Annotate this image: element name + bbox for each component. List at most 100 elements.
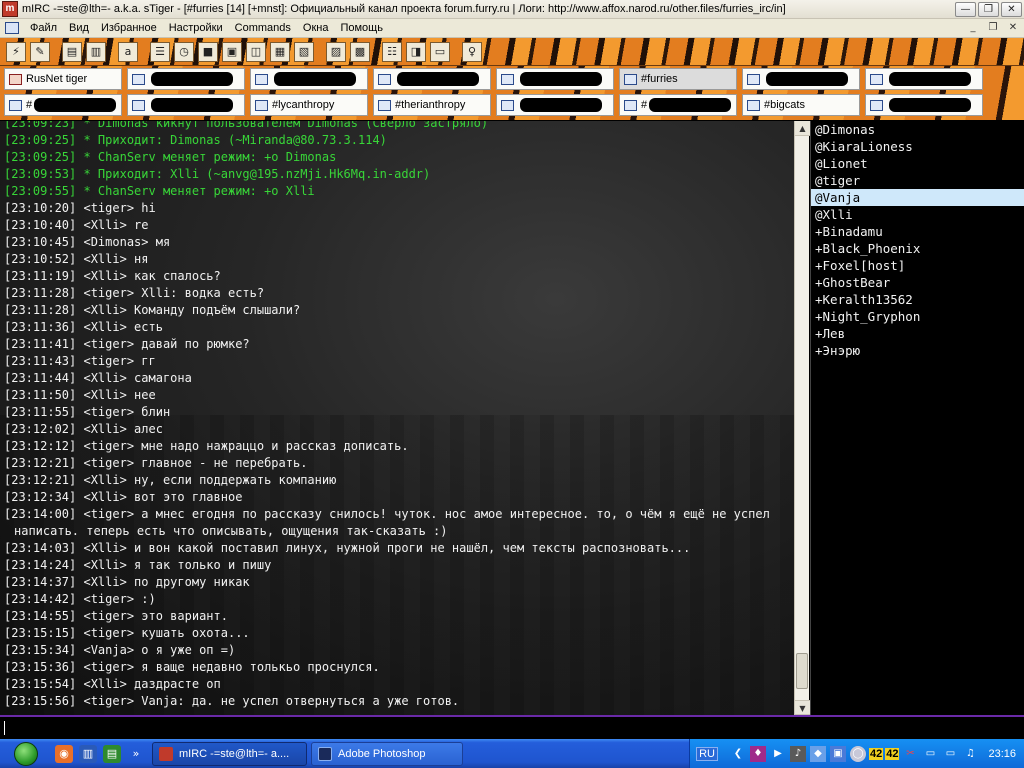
language-indicator[interactable]: RU [696, 746, 718, 761]
switchbar-tab[interactable] [250, 68, 368, 90]
tray-volume-icon[interactable]: ♫ [962, 746, 978, 762]
channel-window-icon [378, 99, 391, 111]
tile-windows-icon[interactable]: ☷ [382, 41, 402, 62]
nick-list[interactable]: @Dimonas @KiaraLioness @Lionet @tiger @Vanja… [810, 121, 1024, 715]
colors-icon[interactable]: ■ [198, 41, 218, 62]
switchbar-tab[interactable] [127, 94, 245, 116]
chat-line: [23:11:41] <tiger> давай по рюмке? [4, 337, 250, 351]
scripts-icon[interactable]: a [118, 41, 138, 62]
nick-item[interactable]: @Lionet [811, 155, 1024, 172]
notify-list-icon[interactable]: ▩ [350, 41, 370, 62]
switchbar-tab[interactable]: #bigcats [742, 94, 860, 116]
tray-play-icon[interactable]: ▶ [770, 746, 786, 762]
switchbar-tab[interactable]: # [619, 94, 737, 116]
tray-disk-icon[interactable]: ◯ [849, 745, 866, 762]
about-icon[interactable]: ▭ [430, 41, 450, 62]
menu-settings[interactable]: Настройки [163, 22, 229, 34]
system-tray: RU ❮ ♦ ▶ ♪ ◆ ▣ ◯ 42 42 ✂ ▭ ▭ ♫ 23:16 [689, 739, 1024, 768]
nick-item[interactable]: +Foxel[host] [811, 257, 1024, 274]
nick-item[interactable]: +Энэрю [811, 342, 1024, 359]
nick-item[interactable]: +Лев [811, 325, 1024, 342]
minimize-button[interactable]: — [955, 1, 976, 17]
address-book-icon[interactable]: ▥ [86, 41, 106, 62]
switchbar-tab[interactable] [742, 68, 860, 90]
menu-commands[interactable]: Commands [229, 22, 297, 34]
dcc-chat-icon[interactable]: ◫ [246, 41, 266, 62]
firefox-icon[interactable]: ◉ [55, 744, 73, 763]
log-icon[interactable]: ▦ [270, 41, 290, 62]
url-icon[interactable]: ▧ [294, 41, 314, 62]
nick-item[interactable]: @Dimonas [811, 121, 1024, 138]
nick-item[interactable]: +Black_Phoenix [811, 240, 1024, 257]
scroll-down-arrow[interactable]: ▼ [795, 700, 810, 715]
redacted-channel-name [34, 98, 117, 112]
menu-windows[interactable]: Окна [297, 22, 335, 34]
tray-network-icon[interactable]: ▣ [829, 745, 846, 762]
tray-monitor-icon[interactable]: ▭ [922, 746, 938, 762]
menu-help[interactable]: Помощь [334, 22, 389, 34]
switchbar-tab[interactable]: #lycanthropy [250, 94, 368, 116]
nick-item[interactable]: @KiaraLioness [811, 138, 1024, 155]
tray-sound-icon[interactable]: ♪ [789, 745, 806, 762]
chat-line: [23:14:00] <tiger> а мнес егодня по расс… [4, 507, 770, 521]
nick-item[interactable]: @Vanja [811, 189, 1024, 206]
switchbar-tab[interactable]: RusNet tiger [4, 68, 122, 90]
menu-file[interactable]: Файл [24, 22, 63, 34]
nick-item[interactable]: +Binadamu [811, 223, 1024, 240]
switchbar-tab[interactable]: # [4, 94, 122, 116]
cascade-windows-icon[interactable]: ◨ [406, 41, 426, 62]
restore-button[interactable]: ❐ [978, 1, 999, 17]
mdi-minimize-button[interactable]: _ [964, 21, 982, 36]
tray-badge-2[interactable]: 42 [885, 747, 900, 760]
switchbar-tab[interactable]: #therianthropy [373, 94, 491, 116]
menu-view[interactable]: Вид [63, 22, 95, 34]
switchbar-tab[interactable] [496, 68, 614, 90]
switchbar-tab[interactable] [373, 68, 491, 90]
switchbar-tab[interactable]: #furries [619, 68, 737, 90]
dcc-icon[interactable]: ▨ [326, 41, 346, 62]
clock[interactable]: 23:16 [988, 748, 1016, 760]
tray-badge-1[interactable]: 42 [868, 747, 884, 760]
send-file-icon[interactable]: ▣ [222, 41, 242, 62]
tray-tools-icon[interactable]: ✂ [902, 746, 918, 762]
tray-shield-icon[interactable]: ◆ [809, 745, 826, 762]
mdi-restore-button[interactable]: ❐ [984, 21, 1002, 36]
mdi-close-button[interactable]: ✕ [1004, 21, 1022, 36]
mirc-app-icon[interactable]: m [2, 1, 18, 17]
close-button[interactable]: ✕ [1001, 1, 1022, 17]
nick-item[interactable]: +Night_Gryphon [811, 308, 1024, 325]
message-input[interactable] [0, 715, 1024, 739]
chat-line: [23:11:44] <Xlli> самагона [4, 371, 192, 385]
chat-window[interactable]: [23:09:23] * Dimonas кикнут пользователе… [0, 121, 794, 715]
tray-monitor2-icon[interactable]: ▭ [942, 746, 958, 762]
word-icon[interactable]: ▥ [79, 744, 97, 763]
menu-favorites[interactable]: Избранное [95, 22, 163, 34]
start-button[interactable] [0, 739, 52, 768]
taskbar-photoshop-button[interactable]: Adobe Photoshop [311, 741, 463, 766]
switchbar-tab[interactable] [127, 68, 245, 90]
tray-app-icon[interactable]: ♦ [749, 745, 766, 762]
chat-scrollbar[interactable]: ▲ ▼ [794, 121, 810, 715]
nick-item[interactable]: @Xlli [811, 206, 1024, 223]
chat-line: [23:15:15] <tiger> кушать охота... [4, 626, 250, 640]
switchbar-tab[interactable] [496, 94, 614, 116]
quicklaunch-more-icon[interactable]: » [127, 745, 145, 763]
nick-item[interactable]: @tiger [811, 172, 1024, 189]
timer-icon[interactable]: ◷ [174, 41, 194, 62]
channels-list-icon[interactable]: ☰ [150, 41, 170, 62]
child-window-icon[interactable] [5, 22, 19, 34]
switchbar-tab[interactable] [865, 94, 983, 116]
help-icon[interactable]: ♀ [462, 41, 482, 62]
taskbar-mirc-button[interactable]: mIRC -=ste@lth=- a.... [152, 741, 307, 766]
switchbar-tab[interactable] [865, 68, 983, 90]
tray-chevron-icon[interactable]: ❮ [730, 746, 746, 762]
title-bar: m mIRC -=ste@lth=- a.k.a. sTiger - [#fur… [0, 0, 1024, 19]
scroll-thumb[interactable] [796, 653, 808, 689]
scroll-up-arrow[interactable]: ▲ [795, 121, 810, 136]
options-icon[interactable]: ✎ [30, 41, 50, 62]
nick-item[interactable]: +GhostBear [811, 274, 1024, 291]
totalcmd-icon[interactable]: ▤ [103, 744, 121, 763]
nick-item[interactable]: +Keralth13562 [811, 291, 1024, 308]
connect-icon[interactable]: ⚡ [6, 41, 26, 62]
folder-icon[interactable]: ▤ [62, 41, 82, 62]
